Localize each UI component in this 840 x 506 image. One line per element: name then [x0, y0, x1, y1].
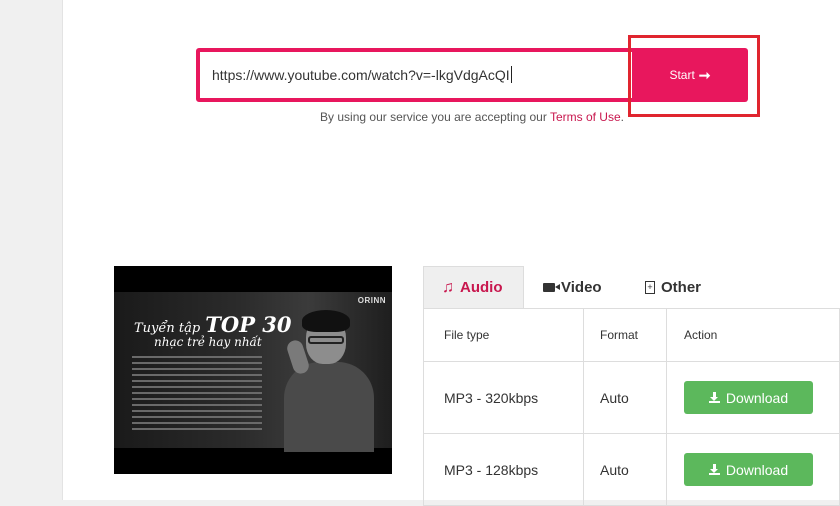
download-table: File type Format Action MP3 - 320kbps Au… [423, 308, 840, 506]
table-row: MP3 - 128kbps Auto Download [423, 434, 840, 506]
terms-notice: By using our service you are accepting o… [196, 110, 748, 124]
tab-other-label: Other [661, 278, 702, 296]
download-button[interactable]: Download [684, 453, 813, 486]
thumbnail-artist-figure [284, 310, 374, 452]
format-cell: Auto [583, 434, 666, 505]
download-button-label: Download [725, 389, 789, 406]
tab-audio[interactable]: ♫ Audio [423, 266, 524, 308]
tab-video[interactable]: Video [543, 266, 602, 308]
music-icon: ♫ [442, 278, 454, 296]
tab-video-label: Video [561, 278, 602, 296]
video-camera-icon [543, 282, 560, 292]
table-header-row: File type Format Action [423, 309, 840, 362]
thumbnail-image: ORINN Tuyển tập TOP 30 nhạc trẻ hay nhất [114, 292, 392, 452]
terms-suffix: . [620, 110, 624, 124]
text-caret [510, 66, 512, 83]
thumbnail-subtitle: nhạc trẻ hay nhất [154, 335, 262, 349]
action-cell: Download [666, 434, 840, 505]
format-tabs: ♫ Audio Video + Other [423, 266, 840, 308]
download-button-label: Download [725, 461, 789, 478]
tab-other[interactable]: + Other [645, 266, 701, 308]
start-button[interactable]: Start ➞ [632, 48, 748, 102]
file-type-cell: MP3 - 128kbps [423, 434, 583, 505]
url-input[interactable]: https://www.youtube.com/watch?v=-lkgVdgA… [196, 48, 636, 102]
file-type-cell: MP3 - 320kbps [423, 362, 583, 433]
table-row: MP3 - 320kbps Auto Download [423, 362, 840, 434]
start-button-label: Start [669, 68, 695, 82]
terms-of-use-link[interactable]: Terms of Use [550, 110, 621, 124]
arrow-right-icon: ➞ [698, 66, 711, 83]
thumbnail-title: Tuyển tập TOP 30 [134, 312, 292, 337]
thumbnail-title-prefix: Tuyển tập [134, 321, 201, 336]
header-file-type: File type [423, 309, 583, 361]
file-icon: + [645, 280, 655, 294]
download-icon [708, 392, 720, 403]
header-action: Action [666, 309, 840, 361]
tab-audio-label: Audio [460, 279, 503, 296]
download-icon [708, 464, 720, 475]
thumbnail-title-main: TOP 30 [205, 312, 292, 337]
terms-prefix: By using our service you are accepting o… [320, 110, 550, 124]
download-button[interactable]: Download [684, 381, 813, 414]
thumbnail-brand: ORINN [357, 296, 386, 305]
thumbnail-tracklist [132, 356, 262, 434]
video-thumbnail: ORINN Tuyển tập TOP 30 nhạc trẻ hay nhất [114, 266, 392, 474]
header-format: Format [583, 309, 666, 361]
action-cell: Download [666, 362, 840, 433]
url-input-value[interactable]: https://www.youtube.com/watch?v=-lkgVdgA… [212, 67, 510, 83]
format-cell: Auto [583, 362, 666, 433]
